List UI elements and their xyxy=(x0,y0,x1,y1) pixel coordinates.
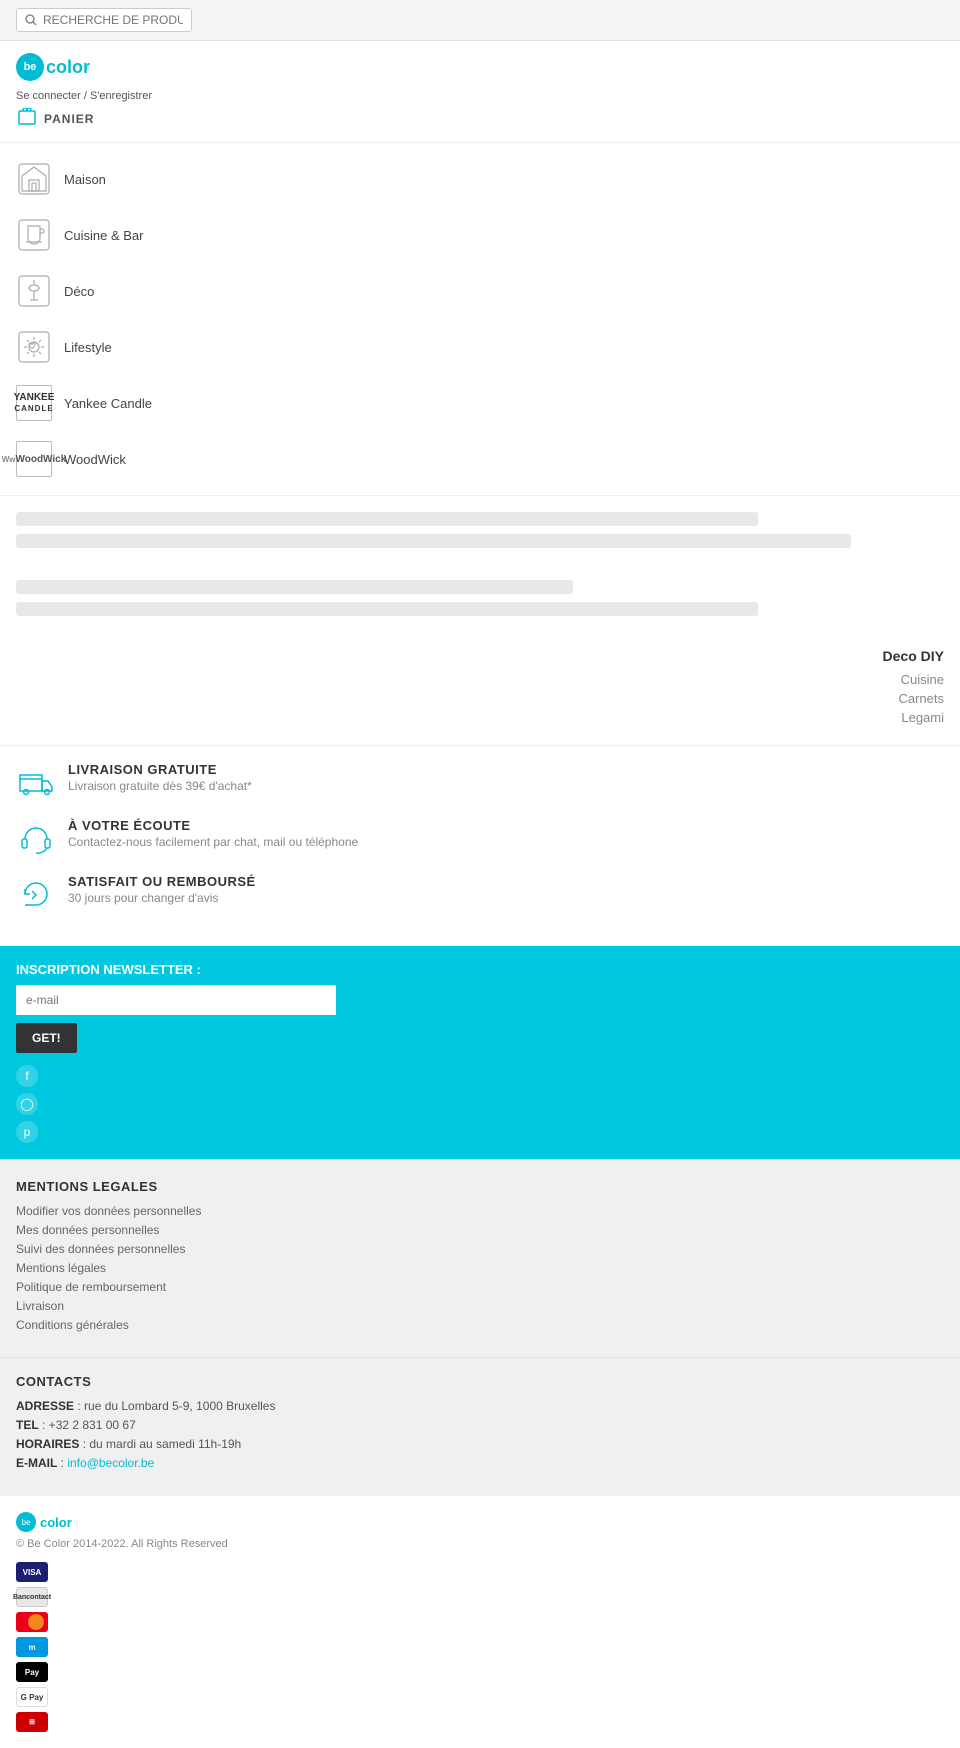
footer-link-conditions[interactable]: Conditions générales xyxy=(16,1318,944,1332)
footer-link-modifier[interactable]: Modifier vos données personnelles xyxy=(16,1204,944,1218)
payment-gpay: G Pay xyxy=(16,1687,48,1707)
copyright-text: © Be Color 2014-2022. All Rights Reserve… xyxy=(16,1538,944,1550)
nav-label-deco: Déco xyxy=(64,284,94,299)
logo[interactable]: be color xyxy=(16,53,944,81)
contact-address: ADRESSE : rue du Lombard 5-9, 1000 Bruxe… xyxy=(16,1399,944,1413)
feature-ecoute: À VOTRE ÉCOUTE Contactez-nous facilement… xyxy=(16,818,944,858)
deco-diy-section: Deco DIY Cuisine Carnets Legami xyxy=(0,632,960,745)
return-icon xyxy=(16,874,56,914)
feature-text-satisfait: SATISFAIT OU REMBOURSÉ 30 jours pour cha… xyxy=(68,874,256,905)
sidebar-item-maison[interactable]: Maison xyxy=(0,151,960,207)
placeholder-bar-3 xyxy=(16,580,573,594)
nav-label-yankee: Yankee Candle xyxy=(64,396,152,411)
feature-title-livraison: LIVRAISON GRATUITE xyxy=(68,762,252,777)
placeholder-section xyxy=(0,496,960,632)
footer-contacts-title: CONTACTS xyxy=(16,1374,944,1389)
feature-text-ecoute: À VOTRE ÉCOUTE Contactez-nous facilement… xyxy=(68,818,358,849)
nav-label-woodwick: WoodWick xyxy=(64,452,126,467)
placeholder-bar-2 xyxy=(16,534,851,548)
headphone-icon xyxy=(16,818,56,858)
pinterest-icon[interactable]: p xyxy=(16,1121,38,1143)
placeholder-bar-1 xyxy=(16,512,758,526)
sidebar-item-woodwick[interactable]: WwWoodWick WoodWick xyxy=(0,431,960,487)
login-link[interactable]: Se connecter / S'enregistrer xyxy=(16,87,944,102)
feature-satisfait: SATISFAIT OU REMBOURSÉ 30 jours pour cha… xyxy=(16,874,944,914)
contact-email-link[interactable]: info@becolor.be xyxy=(67,1456,154,1470)
sidebar-item-deco[interactable]: Déco xyxy=(0,263,960,319)
yankee-logo-icon: YANKEECANDLE xyxy=(16,385,52,421)
truck-icon xyxy=(16,762,56,802)
bottom-logo-text: color xyxy=(40,1515,72,1530)
deco-diy-link-carnets[interactable]: Carnets xyxy=(16,691,944,706)
bottom-footer: be color © Be Color 2014-2022. All Right… xyxy=(0,1495,960,1748)
feature-text-livraison: LIVRAISON GRATUITE Livraison gratuite dè… xyxy=(68,762,252,793)
contact-email: E-MAIL : info@becolor.be xyxy=(16,1456,944,1470)
feature-title-satisfait: SATISFAIT OU REMBOURSÉ xyxy=(68,874,256,889)
payment-maestro: m xyxy=(16,1637,48,1657)
social-icons: f ◯ p xyxy=(16,1065,944,1143)
footer-link-politique[interactable]: Politique de remboursement xyxy=(16,1280,944,1294)
footer-link-mes-donnees[interactable]: Mes données personnelles xyxy=(16,1223,944,1237)
payment-applepay: Pay xyxy=(16,1662,48,1682)
sun-icon xyxy=(16,329,52,365)
feature-desc-satisfait: 30 jours pour changer d'avis xyxy=(68,891,256,905)
cart-icon xyxy=(16,108,38,130)
cup-icon xyxy=(16,217,52,253)
woodwick-logo-icon: WwWoodWick xyxy=(16,441,52,477)
footer-link-suivi[interactable]: Suivi des données personnelles xyxy=(16,1242,944,1256)
payment-icons: VISA Bancontact m Pay G Pay ⊞ xyxy=(16,1562,944,1732)
bottom-logo: be color xyxy=(16,1512,944,1532)
lamp-icon xyxy=(16,273,52,309)
deco-diy-link-legami[interactable]: Legami xyxy=(16,710,944,725)
newsletter-section: INSCRIPTION NEWSLETTER : GET! f ◯ p xyxy=(0,946,960,1159)
feature-desc-livraison: Livraison gratuite dès 39€ d'achat* xyxy=(68,779,252,793)
footer-link-mentions[interactable]: Mentions légales xyxy=(16,1261,944,1275)
search-input[interactable] xyxy=(43,13,183,27)
deco-diy-title: Deco DIY xyxy=(16,648,944,664)
contact-tel: TEL : +32 2 831 00 67 xyxy=(16,1418,944,1432)
home-icon xyxy=(16,161,52,197)
newsletter-label: INSCRIPTION NEWSLETTER : xyxy=(16,962,944,977)
footer-legal: MENTIONS LEGALES Modifier vos données pe… xyxy=(0,1159,960,1357)
placeholder-bar-4 xyxy=(16,602,758,616)
footer-legal-title: MENTIONS LEGALES xyxy=(16,1179,944,1194)
sidebar-nav: Maison Cuisine & Bar Déco xyxy=(0,143,960,496)
feature-livraison: LIVRAISON GRATUITE Livraison gratuite dè… xyxy=(16,762,944,802)
facebook-icon[interactable]: f xyxy=(16,1065,38,1087)
footer-contacts: CONTACTS ADRESSE : rue du Lombard 5-9, 1… xyxy=(0,1357,960,1495)
instagram-icon[interactable]: ◯ xyxy=(16,1093,38,1115)
features-section: LIVRAISON GRATUITE Livraison gratuite dè… xyxy=(0,745,960,946)
payment-visa: VISA xyxy=(16,1562,48,1582)
bottom-logo-circle: be xyxy=(16,1512,36,1532)
top-bar xyxy=(0,0,960,41)
feature-desc-ecoute: Contactez-nous facilement par chat, mail… xyxy=(68,835,358,849)
search-icon xyxy=(25,14,37,26)
feature-title-ecoute: À VOTRE ÉCOUTE xyxy=(68,818,358,833)
nav-label-maison: Maison xyxy=(64,172,106,187)
nav-label-lifestyle: Lifestyle xyxy=(64,340,112,355)
footer-link-livraison[interactable]: Livraison xyxy=(16,1299,944,1313)
payment-mastercard xyxy=(16,1612,48,1632)
sidebar-item-cuisine-bar[interactable]: Cuisine & Bar xyxy=(0,207,960,263)
payment-bancontact: Bancontact xyxy=(16,1587,48,1607)
deco-diy-link-cuisine[interactable]: Cuisine xyxy=(16,672,944,687)
contact-horaires: HORAIRES : du mardi au samedi 11h-19h xyxy=(16,1437,944,1451)
newsletter-submit-button[interactable]: GET! xyxy=(16,1023,77,1053)
logo-circle: be xyxy=(16,53,44,81)
logo-label: color xyxy=(46,57,90,78)
header: be color Se connecter / S'enregistrer PA… xyxy=(0,41,960,143)
search-form[interactable] xyxy=(16,8,192,32)
cart-row[interactable]: PANIER xyxy=(16,108,944,130)
sidebar-item-yankee[interactable]: YANKEECANDLE Yankee Candle xyxy=(0,375,960,431)
newsletter-email-input[interactable] xyxy=(16,985,336,1015)
nav-label-cuisine: Cuisine & Bar xyxy=(64,228,143,243)
payment-other: ⊞ xyxy=(16,1712,48,1732)
cart-label: PANIER xyxy=(44,112,94,126)
sidebar-item-lifestyle[interactable]: Lifestyle xyxy=(0,319,960,375)
